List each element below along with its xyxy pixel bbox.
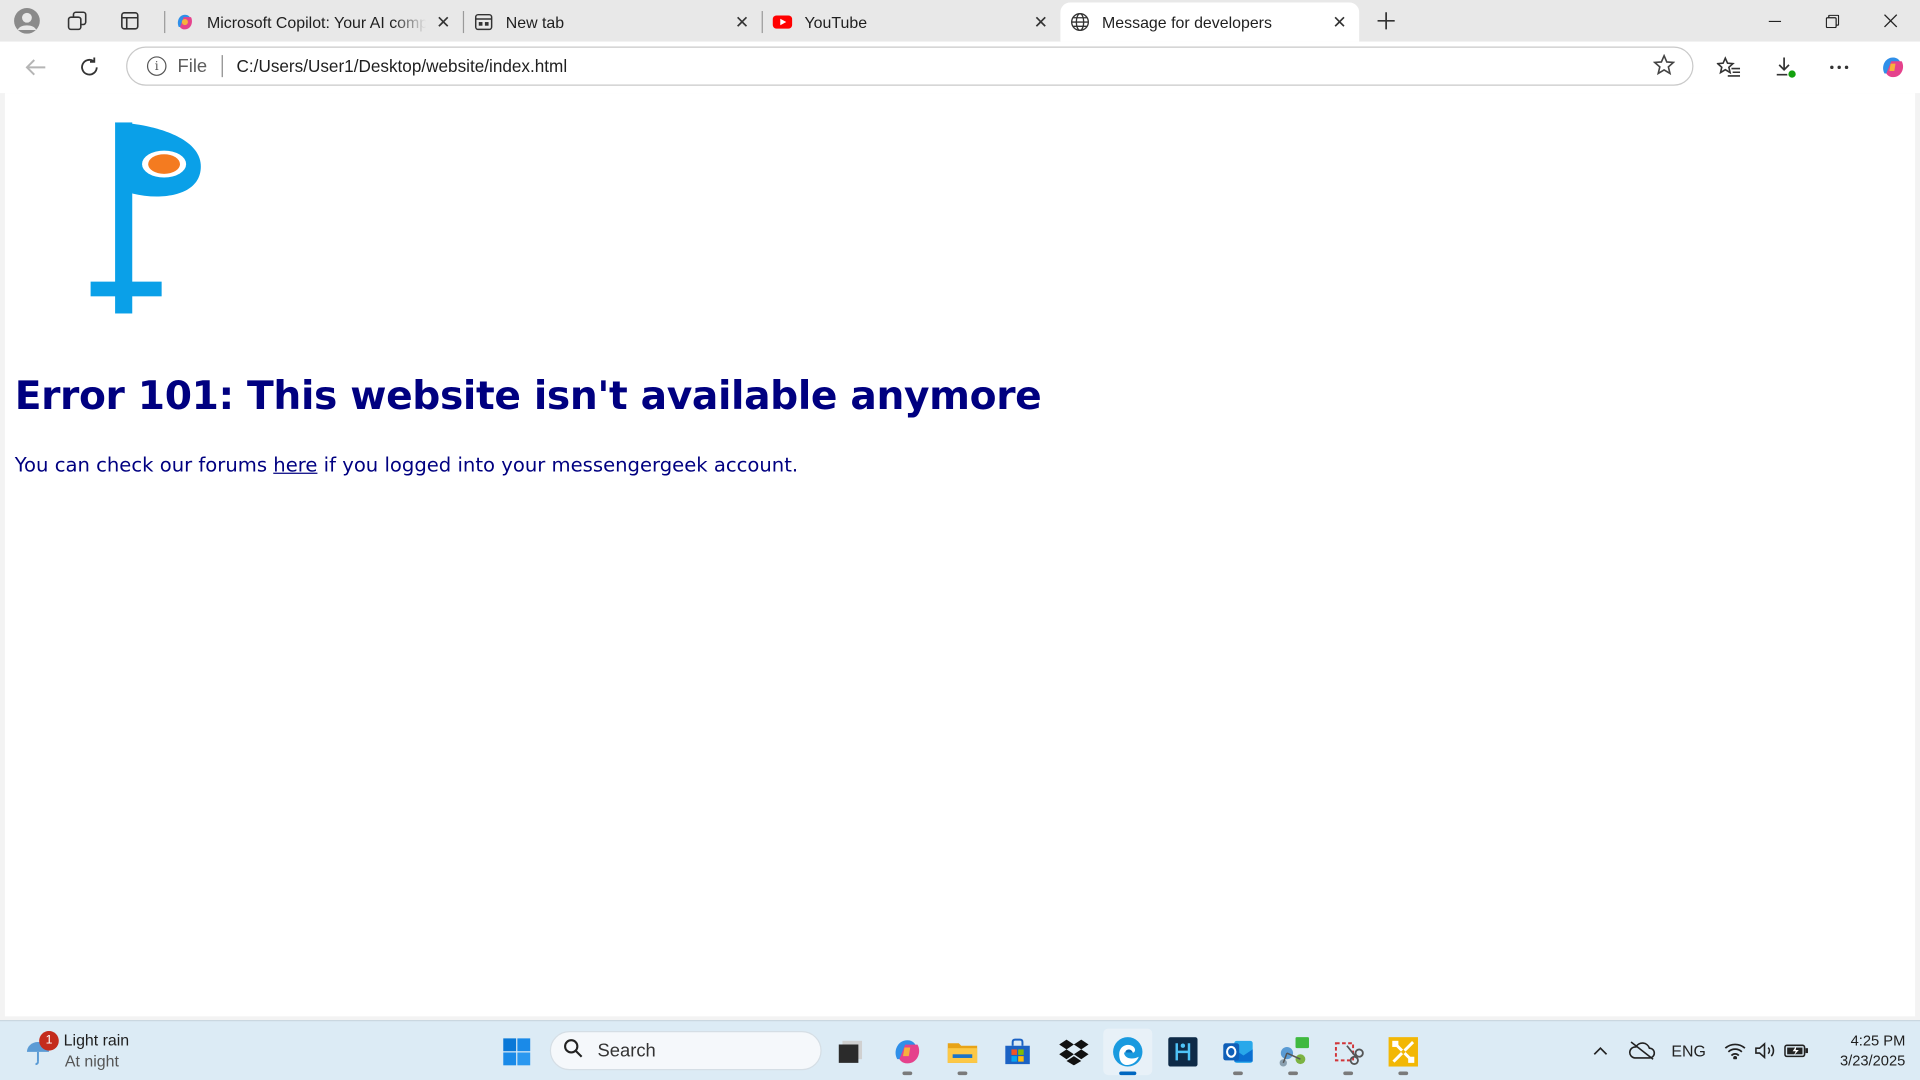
show-hidden-icons-chevron-icon[interactable] bbox=[1587, 1036, 1614, 1065]
vertical-tabs-icon[interactable] bbox=[113, 5, 147, 37]
taskbar-app-snipping-tool[interactable] bbox=[1324, 1029, 1373, 1076]
site-logo-icon bbox=[88, 120, 210, 322]
onedrive-offline-icon[interactable] bbox=[1626, 1036, 1658, 1065]
search-icon bbox=[563, 1038, 583, 1064]
running-indicator bbox=[1119, 1071, 1137, 1076]
restore-window-icon[interactable] bbox=[1804, 0, 1860, 42]
tab-separator bbox=[761, 11, 763, 34]
message-text-after: if you logged into your messengergeek ac… bbox=[317, 453, 799, 477]
forums-link[interactable]: here bbox=[273, 453, 317, 476]
tab-youtube[interactable]: YouTube ✕ bbox=[761, 2, 1061, 41]
tab-copilot[interactable]: Microsoft Copilot: Your AI companion ✕ bbox=[164, 2, 463, 41]
favorites-icon[interactable] bbox=[1709, 49, 1748, 86]
weather-condition: Light rain bbox=[63, 1031, 130, 1050]
downloads-icon[interactable] bbox=[1766, 49, 1805, 86]
taskbar-app-microsoft-store[interactable] bbox=[993, 1029, 1042, 1076]
running-indicator bbox=[1233, 1071, 1243, 1076]
new-tab-plus-icon[interactable] bbox=[1369, 5, 1403, 37]
close-tab-icon[interactable]: ✕ bbox=[730, 10, 754, 34]
tab-new-tab[interactable]: New tab ✕ bbox=[462, 2, 762, 41]
search-input[interactable] bbox=[595, 1038, 796, 1063]
youtube-icon bbox=[772, 12, 793, 32]
taskbar-app-dev-tool[interactable] bbox=[1158, 1029, 1207, 1076]
back-arrow-icon[interactable] bbox=[17, 49, 54, 86]
close-tab-icon[interactable]: ✕ bbox=[431, 10, 455, 34]
taskbar-app-network-tool[interactable] bbox=[1269, 1029, 1318, 1076]
volume-icon[interactable] bbox=[1752, 1036, 1779, 1065]
favorite-star-icon[interactable] bbox=[1652, 53, 1676, 83]
running-indicator bbox=[1288, 1071, 1298, 1076]
more-options-icon[interactable] bbox=[1820, 49, 1859, 86]
taskbar-app-edge[interactable] bbox=[1103, 1028, 1153, 1076]
taskbar-app-file-explorer[interactable] bbox=[938, 1029, 987, 1076]
taskbar-app-dropbox[interactable] bbox=[1049, 1029, 1098, 1076]
running-indicator bbox=[1343, 1071, 1354, 1076]
weather-widget[interactable]: 1 Light rain At night bbox=[22, 1029, 169, 1076]
minimize-window-icon[interactable] bbox=[1746, 0, 1802, 42]
browser-toolbar: i File bbox=[0, 41, 1920, 94]
taskbar-app-outlook[interactable] bbox=[1213, 1029, 1262, 1076]
running-indicator bbox=[902, 1071, 913, 1076]
language-indicator[interactable]: ENG bbox=[1668, 1036, 1710, 1065]
page-viewport: Error 101: This website isn't available … bbox=[4, 93, 1916, 1017]
clock-date: 3/23/2025 bbox=[1839, 1051, 1906, 1069]
close-window-icon[interactable] bbox=[1862, 0, 1918, 42]
site-info-icon[interactable]: i bbox=[146, 56, 167, 76]
tab-title: Microsoft Copilot: Your AI companion bbox=[206, 12, 427, 32]
start-button[interactable] bbox=[492, 1029, 541, 1076]
tab-title: YouTube bbox=[804, 12, 868, 32]
address-divider bbox=[221, 55, 224, 78]
weather-period: At night bbox=[64, 1051, 119, 1071]
copilot-sidebar-icon[interactable] bbox=[1873, 49, 1912, 86]
taskbar: 1 Light rain At night Search ENG 4:25 PM… bbox=[0, 1020, 1920, 1080]
taskbar-app-copilot[interactable] bbox=[883, 1029, 932, 1076]
taskbar-app-image-tool[interactable] bbox=[1379, 1029, 1428, 1076]
tab-message-for-developers[interactable]: Message for developers ✕ bbox=[1060, 2, 1360, 42]
refresh-icon[interactable] bbox=[71, 49, 108, 86]
tab-title: New tab bbox=[505, 12, 565, 32]
wifi-icon[interactable] bbox=[1722, 1036, 1749, 1065]
address-bar[interactable]: i File bbox=[126, 46, 1694, 86]
copilot-icon bbox=[175, 12, 195, 32]
tab-separator bbox=[164, 11, 166, 34]
tab-separator bbox=[462, 11, 465, 34]
running-indicator bbox=[1398, 1071, 1409, 1076]
screen: Microsoft Copilot: Your AI companion ✕ N… bbox=[0, 0, 1920, 1080]
tab-strip: Microsoft Copilot: Your AI companion ✕ N… bbox=[0, 0, 1920, 42]
close-tab-icon[interactable]: ✕ bbox=[1327, 10, 1351, 34]
running-indicator bbox=[957, 1071, 968, 1076]
workspaces-icon[interactable] bbox=[60, 5, 94, 37]
clock-time: 4:25 PM bbox=[1850, 1032, 1906, 1050]
taskbar-app-task-view[interactable] bbox=[827, 1029, 876, 1076]
message-text-before: You can check our forums bbox=[14, 453, 274, 477]
forum-message: You can check our forums here if you log… bbox=[15, 453, 798, 476]
profile-avatar-icon[interactable] bbox=[10, 5, 44, 37]
globe-icon bbox=[1070, 12, 1090, 32]
error-heading: Error 101: This website isn't available … bbox=[14, 372, 1042, 419]
system-clock[interactable]: 4:25 PM 3/23/2025 bbox=[1817, 1031, 1905, 1070]
taskbar-search[interactable] bbox=[549, 1031, 822, 1071]
address-scheme-label: File bbox=[177, 55, 208, 77]
tab-title: Message for developers bbox=[1102, 12, 1272, 32]
weather-alert-badge: 1 bbox=[39, 1031, 59, 1051]
new-tab-icon bbox=[474, 12, 494, 32]
url-input[interactable] bbox=[236, 56, 1584, 76]
close-tab-icon[interactable]: ✕ bbox=[1029, 10, 1053, 34]
battery-charging-icon[interactable] bbox=[1782, 1036, 1811, 1065]
